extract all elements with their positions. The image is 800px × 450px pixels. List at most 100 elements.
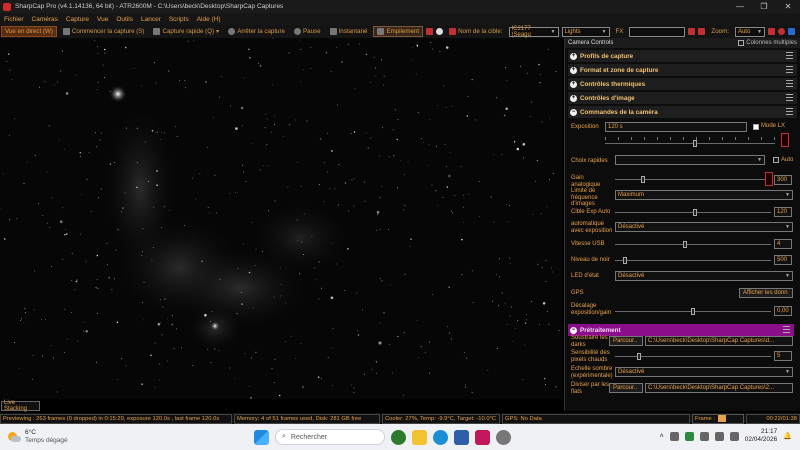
black-level-value: 500	[777, 257, 788, 263]
flats-browse-button[interactable]: Parcour..	[609, 383, 643, 393]
slider-handle[interactable]	[641, 176, 645, 183]
multi-columns-checkbox[interactable]	[738, 40, 745, 46]
focus-icon[interactable]	[698, 28, 706, 35]
live-view-button[interactable]: Vue en direct (W)	[1, 26, 57, 37]
tray-icon[interactable]	[669, 431, 679, 441]
dark-scale-select[interactable]: Désactivé ▼	[615, 367, 793, 377]
slider-handle[interactable]	[693, 209, 697, 216]
stacking-button[interactable]: Empilement	[373, 26, 424, 37]
hamburger-icon[interactable]	[783, 326, 790, 333]
close-icon[interactable]: ✕	[776, 0, 800, 13]
wifi-icon[interactable]	[699, 431, 709, 441]
stop-capture-button[interactable]: Arrêter la capture	[225, 26, 288, 37]
reticle-icon[interactable]	[767, 28, 775, 35]
zoom-select[interactable]: Auto ▼	[734, 26, 765, 37]
section-capture-profiles[interactable]: + Profils de capture	[568, 50, 797, 62]
weather-widget[interactable]: 6°C Temps dégagé	[8, 429, 68, 445]
section-thermal[interactable]: + Contrôles thermiques	[568, 78, 797, 90]
hamburger-icon[interactable]	[786, 52, 793, 59]
chevron-up-icon[interactable]: ˄	[660, 433, 664, 440]
quick-choices-select[interactable]: ▼	[615, 155, 765, 165]
gain-input[interactable]: 300	[774, 175, 792, 185]
menu-tools[interactable]: Outils	[116, 16, 133, 23]
black-level-input[interactable]: 500	[774, 255, 792, 265]
usb-speed-input[interactable]: 4	[774, 239, 792, 249]
record-icon[interactable]	[426, 28, 434, 35]
snapshot-button[interactable]: Instantané	[327, 26, 371, 37]
sharpcap-taskbar-icon[interactable]	[475, 429, 490, 445]
slider-handle[interactable]	[693, 140, 697, 147]
target-auto-exp-value: 120	[777, 209, 788, 215]
menu-launch[interactable]: Lancer	[141, 16, 161, 23]
start-capture-button[interactable]: Commencer la capture (S)	[60, 26, 148, 37]
auto-exposure-select[interactable]: Désactivé ▼	[615, 222, 793, 232]
target-auto-exp-input[interactable]: 120	[774, 207, 792, 217]
clock[interactable]: 21:17 02/04/2026	[745, 428, 778, 444]
gps-show-data-button[interactable]: Afficher les donn	[739, 288, 793, 298]
section-format[interactable]: + Format et zone de capture	[568, 64, 797, 76]
hamburger-icon[interactable]	[786, 66, 793, 73]
lx-mode-checkbox[interactable]	[753, 124, 759, 130]
dropdown-arrow-icon[interactable]: ▾	[216, 28, 219, 35]
frame-rate-select[interactable]: Maximum ▼	[615, 190, 793, 200]
taskbar-search[interactable]: ⌕ Rechercher	[275, 429, 385, 445]
battery-icon[interactable]	[729, 431, 739, 441]
slider-handle[interactable]	[623, 257, 627, 264]
app-icon-green[interactable]	[391, 429, 406, 445]
menu-file[interactable]: Fichier	[4, 16, 24, 23]
live-stacking-tab[interactable]: Live Stacking	[1, 400, 40, 412]
restore-icon[interactable]: ❐	[752, 0, 776, 13]
exposure-input[interactable]: 120 s	[605, 122, 747, 132]
exposure-slider[interactable]	[605, 140, 775, 147]
frame-type-select[interactable]: Lights ▼	[561, 26, 610, 37]
settings-circle-icon[interactable]	[436, 28, 444, 35]
exposure-offset-slider[interactable]	[615, 308, 771, 315]
menu-scripts[interactable]: Scripts	[169, 16, 189, 23]
hamburger-icon[interactable]	[786, 94, 793, 101]
menu-capture[interactable]: Capture	[66, 16, 89, 23]
auto-checkbox[interactable]	[773, 157, 779, 163]
slider-handle[interactable]	[683, 241, 687, 248]
slider-handle[interactable]	[637, 353, 641, 360]
section-camera-commands[interactable]: − Commandes de la caméra	[568, 106, 797, 118]
flats-path-select[interactable]: C:\Users\beck\Desktop\SharpCap Captures\…	[645, 383, 793, 393]
speaker-icon[interactable]	[714, 431, 724, 441]
section-image-controls[interactable]: + Contrôles d'image	[568, 92, 797, 104]
notification-bell-icon[interactable]: 🔔	[783, 432, 792, 440]
hamburger-icon[interactable]	[786, 80, 793, 87]
darks-browse-button[interactable]: Parcour..	[609, 336, 643, 346]
file-explorer-icon[interactable]	[412, 429, 427, 445]
section-label: Contrôles thermiques	[580, 80, 646, 88]
menu-help[interactable]: Aide (H)	[197, 16, 221, 23]
histogram-icon[interactable]	[688, 28, 696, 35]
black-level-slider[interactable]	[615, 257, 771, 264]
app-icon-gray[interactable]	[496, 429, 511, 445]
tray-icon[interactable]	[684, 431, 694, 441]
color-picker-icon[interactable]	[777, 28, 785, 35]
exposure-spinner[interactable]	[781, 133, 789, 147]
windows-start-icon[interactable]	[254, 429, 269, 445]
collapse-icon: −	[570, 108, 577, 116]
camera-preview-image[interactable]	[0, 38, 562, 399]
fx-select[interactable]	[629, 26, 686, 37]
menu-cameras[interactable]: Caméras	[32, 16, 58, 23]
menu-view[interactable]: Vue	[97, 16, 108, 23]
gain-spinner[interactable]	[765, 172, 773, 186]
darks-path-select[interactable]: C:\Users\beck\Desktop\SharpCap Captures\…	[645, 336, 793, 346]
gain-slider[interactable]	[615, 176, 765, 183]
hamburger-icon[interactable]	[786, 108, 793, 115]
led-select[interactable]: Désactivé ▼	[615, 271, 793, 281]
store-icon[interactable]	[454, 429, 469, 445]
slider-handle[interactable]	[691, 308, 695, 315]
exposure-offset-input[interactable]: 0,00	[774, 306, 792, 316]
usb-speed-slider[interactable]	[615, 241, 771, 248]
minimize-icon[interactable]: —	[728, 0, 752, 13]
pause-button[interactable]: Pause	[291, 26, 324, 37]
target-auto-exp-slider[interactable]	[615, 209, 771, 216]
target-name-select[interactable]: IC2177 (Seagu ▼	[508, 26, 559, 38]
edge-browser-icon[interactable]	[433, 429, 448, 445]
brush-icon[interactable]	[787, 28, 795, 35]
hot-pixel-slider[interactable]	[615, 353, 771, 360]
hot-pixel-input[interactable]: 5	[774, 351, 792, 361]
quick-capture-button[interactable]: Capture rapide (Q) ▾	[150, 26, 222, 37]
